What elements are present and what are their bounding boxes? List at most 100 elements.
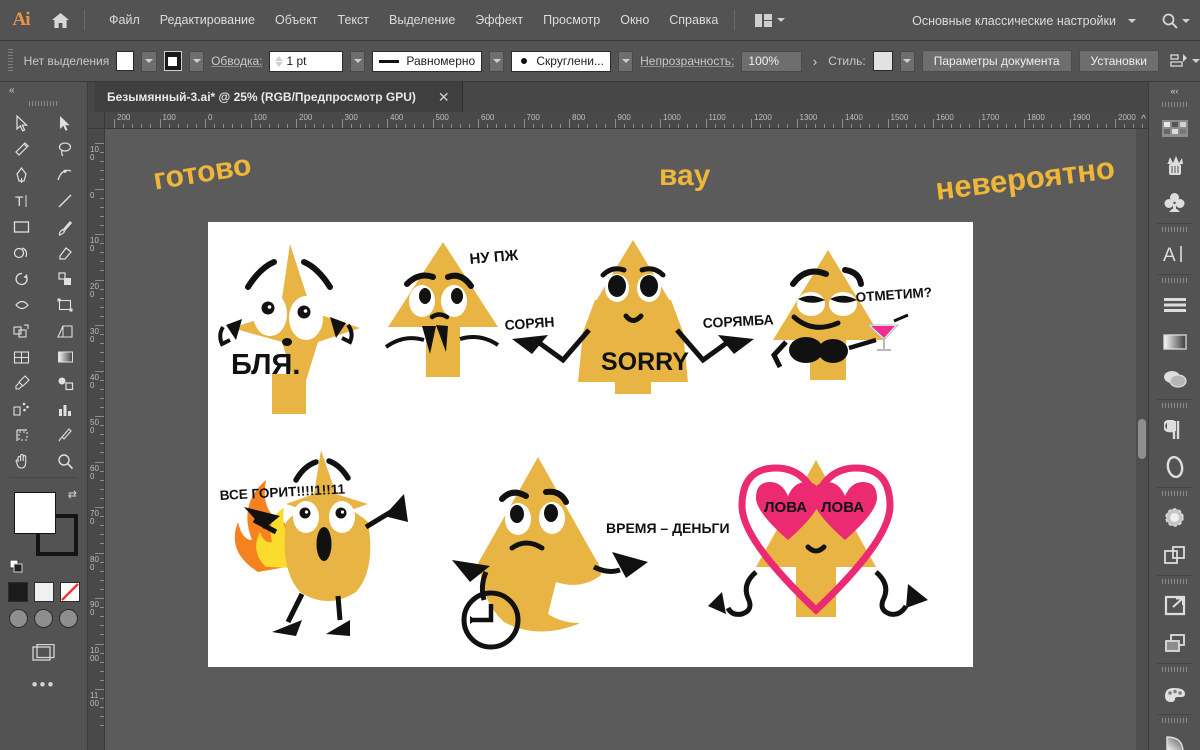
graphic-style-dropdown[interactable] [899,50,915,72]
perspective-grid-tool[interactable] [44,318,88,344]
more-tools-icon[interactable]: ••• [0,675,87,695]
tools-collapse-button[interactable]: « [0,82,87,99]
horizontal-ruler[interactable]: 200 100 0 100 200 300 400 500 600 700 800 900 1000 11… [88,112,1148,129]
char-love[interactable]: ЛОВА ЛОВА [708,460,928,617]
panel-group-grip-8[interactable] [1161,718,1188,723]
char-fire[interactable]: ВСЕ ГОРИТ!!!!1!!11 [219,450,408,636]
stroke-weight-label[interactable]: Обводка: [211,54,262,68]
menu-select[interactable]: Выделение [379,9,465,31]
stroke-weight-stepper[interactable] [272,55,286,67]
corner-type-dropdown[interactable] [617,50,634,72]
image-trace-panel-icon[interactable] [1149,499,1200,536]
canvas-note-neveroyatno[interactable]: невероятно [933,150,1116,208]
stroke-weight-dropdown[interactable] [350,50,366,72]
artboard-tool[interactable] [0,422,44,448]
fill-swatch[interactable] [116,51,135,71]
menu-window[interactable]: Окно [610,9,659,31]
symbol-sprayer-tool[interactable] [0,396,44,422]
expand-panels-icon[interactable]: «‹ [1149,82,1200,99]
char-otmetim[interactable]: ОТМЕТИМ? [770,250,932,380]
eraser-tool[interactable] [44,240,88,266]
panel-group-grip-7[interactable] [1161,667,1188,672]
gradient-tool-panel-icon[interactable] [1149,726,1200,750]
direct-selection-tool[interactable] [44,110,88,136]
line-segment-tool[interactable] [44,188,88,214]
stroke-dropdown[interactable] [188,50,205,72]
free-transform-tool[interactable] [44,292,88,318]
scrollbar-thumb[interactable] [1138,419,1146,459]
opacity-field[interactable]: 100% [741,50,802,72]
control-bar-grip[interactable] [8,49,13,73]
screen-mode-button[interactable] [0,644,87,663]
menu-file[interactable]: Файл [99,9,150,31]
panel-group-grip-1[interactable] [1161,102,1188,107]
column-graph-tool[interactable] [44,396,88,422]
rectangle-tool[interactable] [0,214,44,240]
vertical-ruler[interactable]: 100 0 100 200 300 400 500 600 700 800 900 1000 1100 [88,129,105,750]
panel-group-grip-4[interactable] [1161,403,1188,408]
zoom-tool[interactable] [44,448,88,474]
blend-tool[interactable] [44,370,88,396]
artboard[interactable]: БЛЯ. НУ ПЖ СОРЯН СОРЯМБА SORRY ОТМЕТИМ? … [208,222,973,667]
opacity-expand-icon[interactable]: › [809,54,821,69]
transparency-panel-icon[interactable] [1149,360,1200,397]
brushes-panel-icon[interactable] [1149,147,1200,184]
color-panel-icon[interactable] [1149,110,1200,147]
graphic-style-swatch[interactable] [872,51,893,71]
char-sorry[interactable]: СОРЯН СОРЯМБА SORRY [504,240,774,394]
slice-tool[interactable] [44,422,88,448]
panel-group-grip-2[interactable] [1161,227,1188,232]
selection-tool[interactable] [0,110,44,136]
hand-tool[interactable] [0,448,44,474]
panel-group-grip-3[interactable] [1161,278,1188,283]
menu-type[interactable]: Текст [328,9,379,31]
gradient-panel-icon[interactable] [1149,323,1200,360]
appearance-panel-icon[interactable] [1149,448,1200,485]
panel-group-grip-6[interactable] [1161,579,1188,584]
type-tool[interactable]: T [0,188,44,214]
stroke-profile-dropdown[interactable] [489,50,505,72]
close-icon[interactable]: ✕ [438,90,450,104]
swatches-panel-icon[interactable] [1149,675,1200,712]
char-nu-pzh[interactable]: НУ ПЖ [384,242,519,377]
opacity-label[interactable]: Непрозрачность: [640,54,734,68]
shape-builder-tool[interactable] [0,318,44,344]
char-blya[interactable]: БЛЯ. [218,244,360,414]
home-icon[interactable] [42,0,78,41]
canvas-note-vau[interactable]: вау [659,159,710,193]
export-panel-icon[interactable] [1149,587,1200,624]
search-button[interactable] [1161,0,1190,41]
artboard-viewport[interactable]: готово вау невероятно БЛЯ. НУ ПЖ СОРЯН С… [105,129,1148,750]
workspace-switcher[interactable]: Основные классические настройки [912,0,1136,41]
shaper-tool[interactable] [0,240,44,266]
canvas-note-gotovo[interactable]: готово [151,148,254,197]
fill-dropdown[interactable] [141,50,157,72]
character-panel-icon[interactable]: A [1149,235,1200,272]
ruler-corner[interactable] [88,112,105,129]
stroke-profile-field[interactable]: Равномерно [372,50,483,72]
curvature-tool[interactable] [44,162,88,188]
paintbrush-tool[interactable] [44,214,88,240]
corner-type-field[interactable]: Скруглени... [511,50,611,72]
menu-object[interactable]: Объект [265,9,328,31]
symbols-panel-icon[interactable] [1149,184,1200,221]
scale-tool[interactable] [44,266,88,292]
menu-edit[interactable]: Редактирование [150,9,265,31]
fill-color-box[interactable] [14,492,56,534]
draw-normal-icon[interactable] [9,609,28,628]
gradient-tool[interactable] [44,344,88,370]
width-tool[interactable] [0,292,44,318]
panel-group-grip-5[interactable] [1161,491,1188,496]
tools-grip[interactable] [28,101,59,106]
canvas-vertical-scrollbar[interactable] [1136,129,1148,750]
layers-panel-icon[interactable] [1149,624,1200,661]
document-tab[interactable]: Безымянный-3.ai* @ 25% (RGB/Предпросмотр… [95,82,463,112]
eyedropper-tool[interactable] [0,370,44,396]
menu-effect[interactable]: Эффект [465,9,533,31]
paragraph-panel-icon[interactable] [1149,411,1200,448]
pathfinder-panel-icon[interactable] [1149,536,1200,573]
document-setup-button[interactable]: Параметры документа [921,50,1072,72]
pen-tool[interactable] [0,162,44,188]
draw-behind-icon[interactable] [34,609,53,628]
default-fill-stroke-icon[interactable] [9,559,23,576]
